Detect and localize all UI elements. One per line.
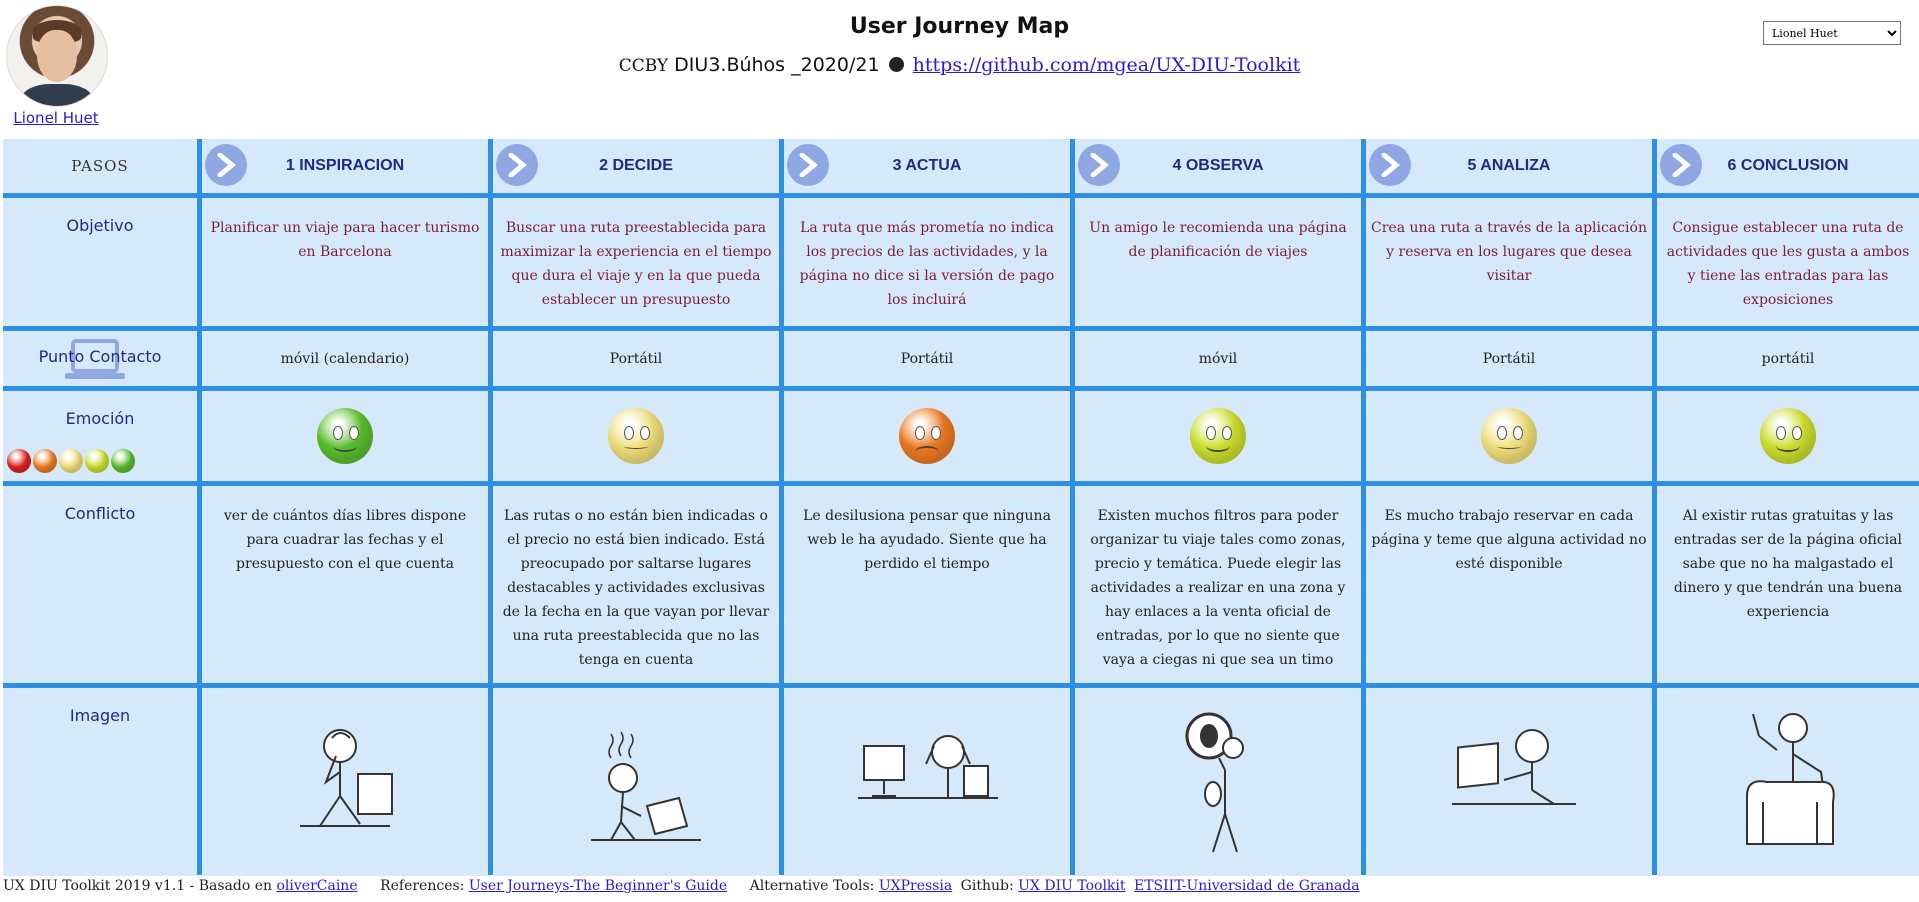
github-label: Github: <box>960 878 1014 894</box>
row-label-objetivo: Objetivo <box>3 198 197 326</box>
emotion-face-icon <box>1190 408 1246 464</box>
contact-point: móvil (calendario) <box>202 331 488 386</box>
emotion-cell <box>1075 391 1361 481</box>
frustrated-desk-person-icon <box>858 735 998 799</box>
row-label-imagen: Imagen <box>3 688 197 876</box>
emotion-cell <box>1366 391 1652 481</box>
alternative-tools-label: Alternative Tools: <box>749 878 875 894</box>
image-cell <box>202 688 488 876</box>
thinking-person-icon <box>300 729 393 827</box>
persona-name-link[interactable]: Lionel Huet <box>6 109 106 127</box>
toolkit-link[interactable]: UX DIU Toolkit <box>1018 878 1125 894</box>
emotion-scale-icon <box>7 449 31 473</box>
step-title: 5 ANALIZA <box>1467 157 1551 174</box>
emotion-scale <box>7 449 135 473</box>
row-label-emocion-text: Emoción <box>65 409 135 428</box>
emotion-face-icon <box>899 408 955 464</box>
chevron-right-icon[interactable] <box>205 144 247 186</box>
row-label-contacto-text: Punto Contacto <box>38 347 162 366</box>
emotion-cell <box>493 391 779 481</box>
step-title: 2 DECIDE <box>599 157 673 174</box>
emotion-face-icon <box>608 408 664 464</box>
contact-point: Portátil <box>1366 331 1652 386</box>
step-header: 2 DECIDE <box>493 139 779 193</box>
step-title: 3 ACTUA <box>892 157 962 174</box>
emotion-cell <box>202 391 488 481</box>
emotion-scale-icon <box>111 449 135 473</box>
objective-text: Un amigo le recomienda una página de pla… <box>1075 198 1361 326</box>
contact-point: Portátil <box>784 331 1070 386</box>
contact-point: móvil <box>1075 331 1361 386</box>
emotion-scale-icon <box>33 449 57 473</box>
page-title: User Journey Map <box>849 14 1070 39</box>
objective-text: Crea una ruta a través de la aplicación … <box>1366 198 1652 326</box>
chevron-right-icon[interactable] <box>787 144 829 186</box>
contact-point: Portátil <box>493 331 779 386</box>
references-link[interactable]: User Journeys-The Beginner's Guide <box>469 878 727 894</box>
objective-text: Buscar una ruta preestablecida para maxi… <box>493 198 779 326</box>
uxpressia-link[interactable]: UXPressia <box>879 878 952 894</box>
emotion-face-icon <box>317 408 373 464</box>
emotion-cell <box>784 391 1070 481</box>
image-cell <box>784 688 1070 876</box>
image-cell <box>1075 688 1361 876</box>
chevron-right-icon[interactable] <box>1369 144 1411 186</box>
chevron-right-icon[interactable] <box>1660 144 1702 186</box>
row-label-conflicto: Conflicto <box>3 486 197 683</box>
footer: UX DIU Toolkit 2019 v1.1 - Basado en oli… <box>3 878 1364 894</box>
contact-point: portátil <box>1657 331 1919 386</box>
celebrating-person-icon <box>1746 713 1835 845</box>
repo-link[interactable]: https://github.com/mgea/UX-DIU-Toolkit <box>913 54 1301 76</box>
image-cell <box>493 688 779 876</box>
conflict-text: Existen muchos filtros para poder organi… <box>1075 486 1361 683</box>
emotion-scale-icon <box>85 449 109 473</box>
step-header: 1 INSPIRACION <box>202 139 488 193</box>
chevron-right-icon[interactable] <box>1078 144 1120 186</box>
conflict-text: ver de cuántos días libres dispone para … <box>202 486 488 683</box>
conflict-text: Es mucho trabajo reservar en cada página… <box>1366 486 1652 683</box>
image-cell <box>1366 688 1652 876</box>
step-title: 6 CONCLUSION <box>1727 157 1849 174</box>
chevron-right-icon[interactable] <box>496 144 538 186</box>
university-link[interactable]: ETSIIT-Universidad de Granada <box>1134 878 1360 894</box>
objective-text: La ruta que más prometía no indica los p… <box>784 198 1070 326</box>
row-label-pasos: PASOS <box>3 139 197 193</box>
objective-text: Consigue establecer una ruta de activida… <box>1657 198 1919 326</box>
row-label-emocion: Emoción <box>3 391 197 481</box>
step-header: 6 CONCLUSION <box>1657 139 1919 193</box>
step-header: 4 OBSERVA <box>1075 139 1361 193</box>
footer-credit: UX DIU Toolkit 2019 v1.1 - Basado en <box>3 878 273 894</box>
stressed-laptop-person-icon <box>591 731 701 841</box>
page-subtitle: CCBY DIU3.Búhos _2020/21 https://github.… <box>0 54 1919 76</box>
image-cell <box>1657 688 1919 876</box>
persona-select[interactable]: Lionel Huet <box>1763 21 1901 45</box>
conflict-text: Al existir rutas gratuitas y las entrada… <box>1657 486 1919 683</box>
project-label: DIU3.Búhos _2020/21 <box>674 54 880 76</box>
emotion-face-icon <box>1760 408 1816 464</box>
magnifier-person-icon <box>1185 712 1244 853</box>
emotion-face-icon <box>1481 408 1537 464</box>
step-header: 5 ANALIZA <box>1366 139 1652 193</box>
github-icon <box>888 57 904 72</box>
step-header: 3 ACTUA <box>784 139 1070 193</box>
conflict-text: Las rutas o no están bien indicadas o el… <box>493 486 779 683</box>
objective-text: Planificar un viaje para hacer turismo e… <box>202 198 488 326</box>
journey-map-grid: PASOS 1 INSPIRACION 2 DECIDE 3 ACTUA 4 O… <box>3 139 1919 876</box>
step-title: 1 INSPIRACION <box>285 157 405 174</box>
emotion-scale-icon <box>59 449 83 473</box>
laptop-person-icon <box>1452 729 1576 805</box>
references-label: References: <box>380 878 465 894</box>
emotion-cell <box>1657 391 1919 481</box>
conflict-text: Le desilusiona pensar que ninguna web le… <box>784 486 1070 683</box>
step-title: 4 OBSERVA <box>1172 157 1264 174</box>
license-label: CCBY <box>618 56 669 76</box>
credit-link[interactable]: oliverCaine <box>277 878 358 894</box>
row-label-contacto: Punto Contacto <box>3 331 197 386</box>
